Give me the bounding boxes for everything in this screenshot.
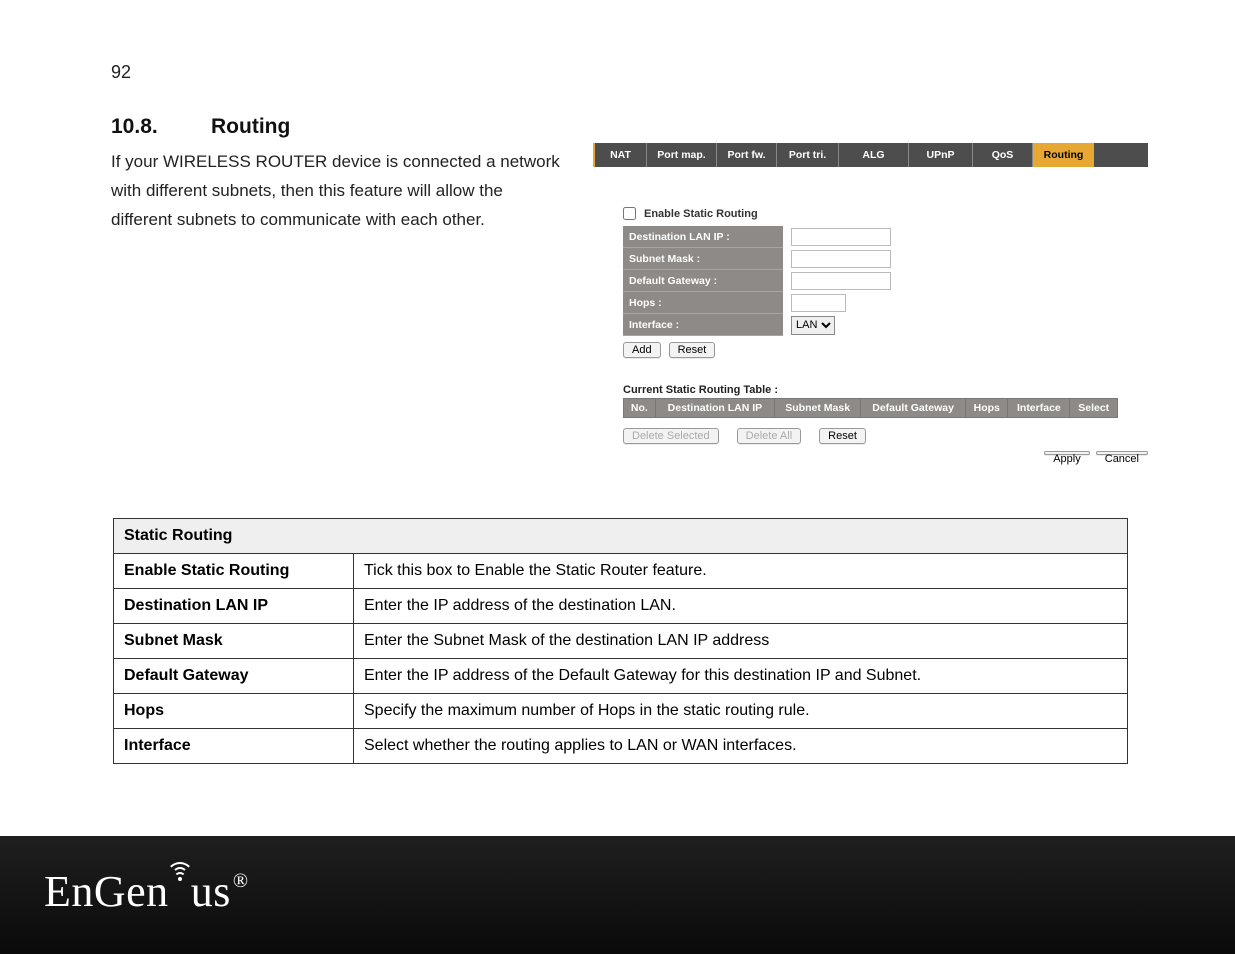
input-dest-lan-ip[interactable] <box>791 228 891 246</box>
def-desc: Enter the IP address of the destination … <box>354 589 1128 624</box>
brand-text-2: us <box>191 866 231 917</box>
router-config-screenshot: NAT Port map. Port fw. Port tri. ALG UPn… <box>593 143 1148 444</box>
definition-table: Static Routing Enable Static RoutingTick… <box>113 518 1128 764</box>
th-select: Select <box>1070 399 1118 418</box>
th-interface: Interface <box>1008 399 1070 418</box>
tab-port-map[interactable]: Port map. <box>647 143 717 167</box>
section-number: 10.8. <box>111 115 211 139</box>
table-row: Destination LAN IPEnter the IP address o… <box>114 589 1128 624</box>
label-default-gateway: Default Gateway : <box>623 270 783 292</box>
delete-selected-button[interactable]: Delete Selected <box>623 428 719 444</box>
section-title: Routing <box>211 115 290 138</box>
registered-mark: ® <box>233 870 249 893</box>
tab-nat[interactable]: NAT <box>595 143 647 167</box>
input-subnet-mask[interactable] <box>791 250 891 268</box>
def-desc: Specify the maximum number of Hops in th… <box>354 694 1128 729</box>
tab-qos[interactable]: QoS <box>973 143 1033 167</box>
def-label: Hops <box>114 694 354 729</box>
wifi-icon <box>167 862 193 896</box>
def-desc: Enter the Subnet Mask of the destination… <box>354 624 1128 659</box>
apply-button[interactable]: Apply <box>1044 451 1090 455</box>
def-desc: Enter the IP address of the Default Gate… <box>354 659 1128 694</box>
tab-alg[interactable]: ALG <box>839 143 909 167</box>
tab-port-fw[interactable]: Port fw. <box>717 143 777 167</box>
router-form: Enable Static Routing Destination LAN IP… <box>623 207 1148 444</box>
th-no: No. <box>624 399 656 418</box>
routing-table: No. Destination LAN IP Subnet Mask Defau… <box>623 398 1118 418</box>
th-hops: Hops <box>966 399 1008 418</box>
enable-static-routing-checkbox[interactable] <box>623 207 636 220</box>
def-label: Interface <box>114 729 354 764</box>
table-row: Enable Static RoutingTick this box to En… <box>114 554 1128 589</box>
brand-logo: EnGenus® <box>44 866 249 917</box>
tab-upnp[interactable]: UPnP <box>909 143 973 167</box>
def-label: Enable Static Routing <box>114 554 354 589</box>
reset-table-button[interactable]: Reset <box>819 428 866 444</box>
th-subnet-mask: Subnet Mask <box>775 399 861 418</box>
intro-paragraph: If your WIRELESS ROUTER device is connec… <box>111 148 563 235</box>
enable-static-routing-label: Enable Static Routing <box>644 208 758 220</box>
def-table-header: Static Routing <box>114 519 1128 554</box>
th-default-gateway: Default Gateway <box>861 399 966 418</box>
def-desc: Select whether the routing applies to LA… <box>354 729 1128 764</box>
label-dest-lan-ip: Destination LAN IP : <box>623 226 783 248</box>
def-label: Destination LAN IP <box>114 589 354 624</box>
brand-text-1: EnGen <box>44 866 169 917</box>
table-row: HopsSpecify the maximum number of Hops i… <box>114 694 1128 729</box>
th-dest-lan-ip: Destination LAN IP <box>655 399 775 418</box>
label-hops: Hops : <box>623 292 783 314</box>
add-button[interactable]: Add <box>623 342 661 358</box>
input-hops[interactable] <box>791 294 846 312</box>
table-row: InterfaceSelect whether the routing appl… <box>114 729 1128 764</box>
router-tabrow: NAT Port map. Port fw. Port tri. ALG UPn… <box>593 143 1148 167</box>
def-desc: Tick this box to Enable the Static Route… <box>354 554 1128 589</box>
routing-table-title: Current Static Routing Table : <box>623 384 1148 396</box>
input-default-gateway[interactable] <box>791 272 891 290</box>
tab-routing[interactable]: Routing <box>1033 143 1094 167</box>
label-subnet-mask: Subnet Mask : <box>623 248 783 270</box>
page-footer: EnGenus® <box>0 836 1235 954</box>
table-row: Default GatewayEnter the IP address of t… <box>114 659 1128 694</box>
def-label: Default Gateway <box>114 659 354 694</box>
label-interface: Interface : <box>623 314 783 336</box>
cancel-button[interactable]: Cancel <box>1096 451 1148 455</box>
table-row: Subnet MaskEnter the Subnet Mask of the … <box>114 624 1128 659</box>
reset-button[interactable]: Reset <box>669 342 716 358</box>
delete-all-button[interactable]: Delete All <box>737 428 801 444</box>
section-heading: 10.8.Routing <box>111 115 290 139</box>
page-number: 92 <box>111 62 131 83</box>
tab-port-tri[interactable]: Port tri. <box>777 143 839 167</box>
def-label: Subnet Mask <box>114 624 354 659</box>
select-interface[interactable]: LAN <box>791 316 835 335</box>
